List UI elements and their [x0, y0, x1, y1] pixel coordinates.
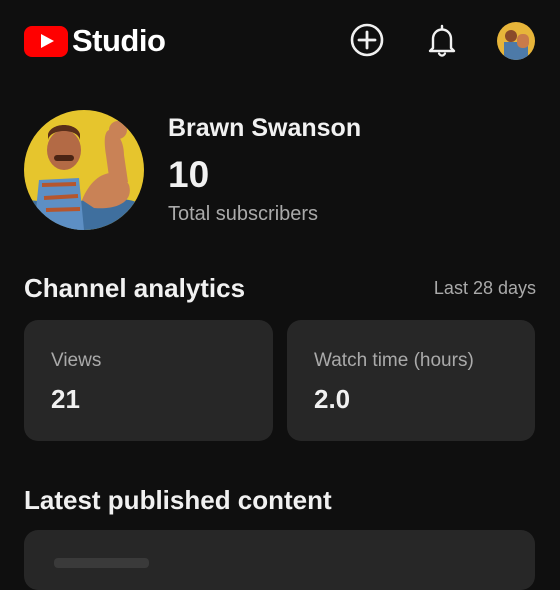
- channel-avatar[interactable]: [24, 110, 144, 230]
- channel-name: Brawn Swanson: [168, 114, 362, 142]
- channel-analytics-title: Channel analytics: [24, 273, 246, 303]
- watch-time-card[interactable]: Watch time (hours) 2.0: [287, 320, 535, 441]
- subscriber-count: 10: [168, 154, 210, 195]
- latest-content-card[interactable]: [24, 530, 535, 590]
- top-app-bar: Studio: [0, 0, 560, 84]
- views-label: Views: [51, 350, 102, 371]
- avatar-illustration-icon: [497, 22, 535, 60]
- watch-time-value: 2.0: [314, 384, 351, 414]
- youtube-play-icon: [24, 25, 68, 57]
- create-plus-icon[interactable]: [349, 22, 385, 58]
- studio-logo[interactable]: Studio: [24, 23, 166, 58]
- views-value: 21: [51, 384, 80, 414]
- watch-time-label: Watch time (hours): [314, 350, 474, 371]
- channel-avatar-illustration-icon: [24, 110, 144, 230]
- latest-content-title: Latest published content: [24, 485, 332, 515]
- notifications-bell-icon[interactable]: [424, 22, 460, 58]
- analytics-date-range[interactable]: Last 28 days: [434, 278, 536, 299]
- subscriber-label: Total subscribers: [168, 203, 319, 225]
- logo-text: Studio: [72, 23, 166, 58]
- account-avatar[interactable]: [497, 22, 535, 60]
- views-card[interactable]: Views 21: [24, 320, 273, 441]
